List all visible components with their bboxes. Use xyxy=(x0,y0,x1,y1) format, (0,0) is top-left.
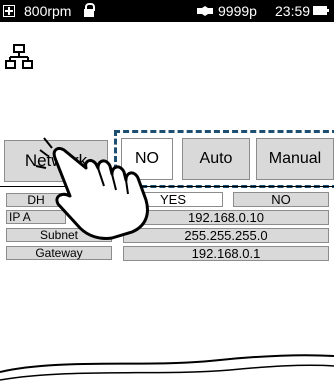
network-tree-icon[interactable] xyxy=(4,42,34,72)
dhcp-label: DH xyxy=(6,193,66,207)
subnet-field[interactable]: 255.255.255.0 xyxy=(123,228,329,243)
dhcp-no-button[interactable]: NO xyxy=(233,192,329,207)
device-screen: 800rpm 9999p 23:59 Network NO Auto Manua… xyxy=(0,0,334,392)
plus-box-icon xyxy=(3,5,15,17)
network-option-auto[interactable]: Auto xyxy=(182,138,250,180)
points-readout: 9999p xyxy=(218,3,257,19)
dhcp-yes-button[interactable]: YES xyxy=(123,192,223,207)
network-button[interactable]: Network xyxy=(4,140,108,182)
battery-icon xyxy=(313,6,329,15)
ip-address-label: IP A xyxy=(6,210,66,224)
network-option-manual[interactable]: Manual xyxy=(256,138,334,180)
gateway-label: Gateway xyxy=(6,246,112,260)
status-bar: 800rpm 9999p 23:59 xyxy=(0,0,334,22)
clock: 23:59 xyxy=(275,3,311,19)
subnet-label: Subnet xyxy=(6,228,112,242)
connection-icon xyxy=(197,6,213,16)
network-option-no[interactable]: NO xyxy=(121,138,173,180)
gateway-field[interactable]: 192.168.0.1 xyxy=(123,246,329,261)
lock-icon xyxy=(84,3,95,17)
divider xyxy=(0,186,334,187)
ip-address-field[interactable]: 192.168.0.10 xyxy=(123,210,329,225)
rpm-readout: 800rpm xyxy=(24,3,72,19)
